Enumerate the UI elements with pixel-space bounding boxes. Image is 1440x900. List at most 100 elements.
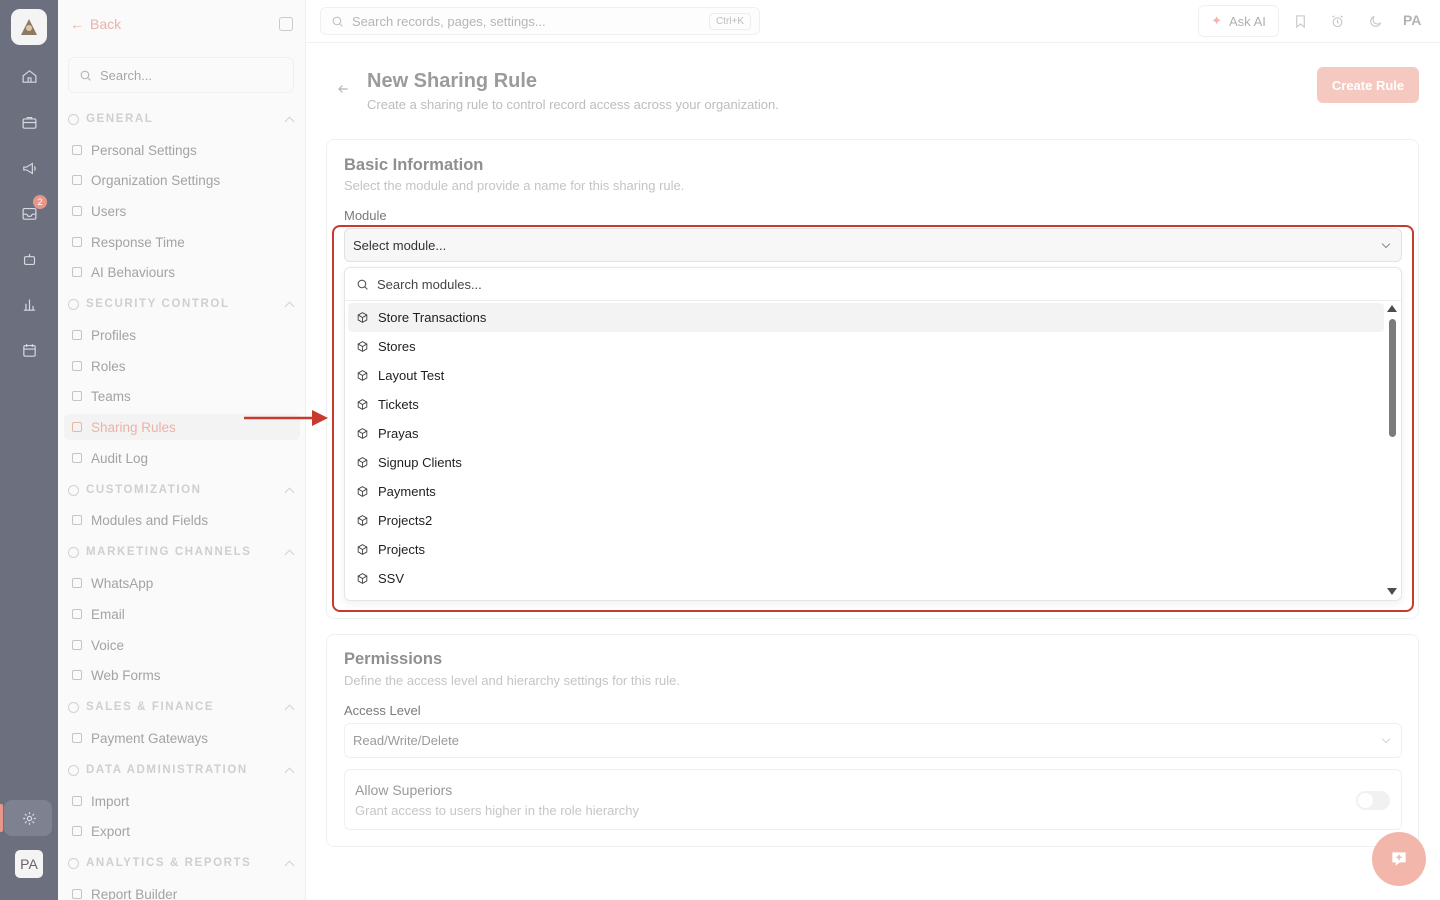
user-avatar[interactable]: PA (15, 850, 43, 878)
section-title: SECURITY CONTROL (86, 298, 230, 310)
sidebar-item-label: Payment Gateways (91, 730, 209, 746)
mail-icon (72, 609, 82, 619)
sidebar-item-web-forms[interactable]: Web Forms (72, 664, 161, 686)
access-level-label: Access Level (344, 703, 421, 718)
sidebar-item-payment-gateways[interactable]: Payment Gateways (72, 727, 208, 749)
bar-chart-icon (72, 889, 82, 899)
card-title: Permissions (344, 650, 443, 668)
sidebar-item-ai-behaviours[interactable]: AI Behaviours (72, 261, 175, 283)
alarm-clock-icon[interactable] (1328, 12, 1346, 30)
megaphone-icon[interactable] (17, 156, 41, 180)
section-analytics-reports[interactable]: ANALYTICS & REPORTS (68, 853, 295, 873)
user-menu[interactable]: PA (1403, 12, 1421, 28)
sidebar-item-label: WhatsApp (91, 575, 154, 591)
chevron-down-icon (1381, 734, 1391, 744)
chart-icon[interactable] (17, 292, 41, 316)
sidebar-item-response-time[interactable]: Response Time (72, 231, 185, 253)
section-security-control[interactable]: SECURITY CONTROL (68, 294, 295, 314)
sidebar-item-teams[interactable]: Teams (72, 385, 131, 407)
card-title: Basic Information (344, 156, 484, 174)
sidebar-item-label: Roles (91, 358, 126, 374)
section-title: MARKETING CHANNELS (86, 546, 252, 558)
sidebar-item-organization-settings[interactable]: Organization Settings (72, 169, 220, 191)
cube-icon (72, 515, 82, 525)
sidebar-item-users[interactable]: Users (72, 200, 126, 222)
wallet-icon (68, 701, 79, 713)
chevron-up-icon (284, 767, 295, 777)
section-title: DATA ADMINISTRATION (86, 764, 248, 776)
create-rule-button[interactable]: Create Rule (1317, 67, 1419, 103)
sidebar-item-report-builder[interactable]: Report Builder (72, 883, 177, 900)
sidebar-item-label: Voice (91, 637, 125, 653)
arrow-left-icon[interactable] (336, 82, 350, 96)
chat-bubble-icon (1392, 852, 1406, 866)
sidebar-item-label: Email (91, 606, 125, 622)
global-search-input[interactable]: Search records, pages, settings... Ctrl+… (320, 7, 760, 35)
sidebar-item-email[interactable]: Email (72, 603, 125, 625)
home-icon[interactable] (17, 64, 41, 88)
section-title: GENERAL (86, 113, 154, 125)
sidebar-item-import[interactable]: Import (72, 790, 129, 812)
briefcase-icon[interactable] (17, 110, 41, 134)
sidebar-item-profiles[interactable]: Profiles (72, 324, 136, 346)
sidebar-item-roles[interactable]: Roles (72, 355, 126, 377)
user-key-icon (72, 361, 82, 371)
ask-ai-button[interactable]: ✦ Ask AI (1198, 5, 1279, 37)
chart-icon (68, 857, 79, 869)
globe-icon (68, 113, 79, 125)
notification-badge: 2 (33, 195, 47, 209)
allow-superiors-row: Allow Superiors Grant access to users hi… (344, 769, 1402, 830)
section-data-administration[interactable]: DATA ADMINISTRATION (68, 760, 295, 780)
sidebar-item-label: Personal Settings (91, 142, 197, 158)
sidebar-item-label: Teams (91, 388, 131, 404)
active-indicator (0, 804, 3, 832)
chevron-up-icon (284, 549, 295, 559)
sidebar-item-label: Web Forms (91, 667, 161, 683)
form-icon (72, 670, 82, 680)
chevron-up-icon (284, 487, 295, 497)
chevron-up-icon (284, 704, 295, 714)
collapse-sidebar-icon[interactable] (279, 17, 293, 31)
sidebar-item-label: Modules and Fields (91, 512, 209, 528)
sidebar-search-placeholder: Search... (100, 67, 153, 83)
chat-fab-button[interactable] (1372, 832, 1426, 886)
section-marketing-channels[interactable]: MARKETING CHANNELS (68, 542, 295, 562)
sidebar-item-label: Response Time (91, 234, 185, 250)
section-customization[interactable]: CUSTOMIZATION (68, 480, 295, 500)
sidebar-item-personal-settings[interactable]: Personal Settings (72, 139, 197, 161)
sidebar-item-label: Report Builder (91, 886, 178, 900)
module-label: Module (344, 208, 387, 223)
allow-superiors-toggle[interactable] (1356, 791, 1390, 810)
settings-icon[interactable] (17, 806, 41, 830)
users-icon (72, 206, 82, 216)
page-title: New Sharing Rule (367, 70, 538, 92)
team-icon (72, 391, 82, 401)
sidebar-search-input[interactable]: Search... (68, 57, 294, 93)
bookmark-icon[interactable] (1291, 12, 1309, 30)
sidebar-item-export[interactable]: Export (72, 820, 130, 842)
robot-icon[interactable] (17, 247, 41, 271)
section-sales-finance[interactable]: SALES & FINANCE (68, 697, 295, 717)
palette-icon (68, 484, 79, 496)
history-icon (72, 453, 82, 463)
sidebar-item-audit-log[interactable]: Audit Log (72, 447, 148, 469)
shield-icon (72, 330, 82, 340)
allow-superiors-description: Grant access to users higher in the role… (355, 803, 639, 818)
sidebar-item-voice[interactable]: Voice (72, 634, 124, 656)
topbar-divider (306, 42, 1440, 43)
arrow-left-icon: ← (70, 16, 84, 32)
back-link[interactable]: ← Back (70, 16, 121, 32)
highlight-annotation-box (332, 225, 1414, 612)
app-logo[interactable] (11, 9, 47, 45)
sidebar-item-modules-and-fields[interactable]: Modules and Fields (72, 509, 208, 531)
upload-icon (72, 796, 82, 806)
sidebar-item-sharing-rules[interactable]: Sharing Rules (72, 416, 176, 438)
clock-icon (72, 237, 82, 247)
shortcut-hint: Ctrl+K (708, 13, 751, 30)
moon-icon[interactable] (1366, 12, 1384, 30)
access-level-select[interactable]: Read/Write/Delete (344, 723, 1402, 758)
sidebar-item-whatsapp[interactable]: WhatsApp (72, 572, 153, 594)
sidebar-item-label: AI Behaviours (91, 264, 176, 280)
section-general[interactable]: GENERAL (68, 109, 295, 129)
calendar-icon[interactable] (17, 338, 41, 362)
